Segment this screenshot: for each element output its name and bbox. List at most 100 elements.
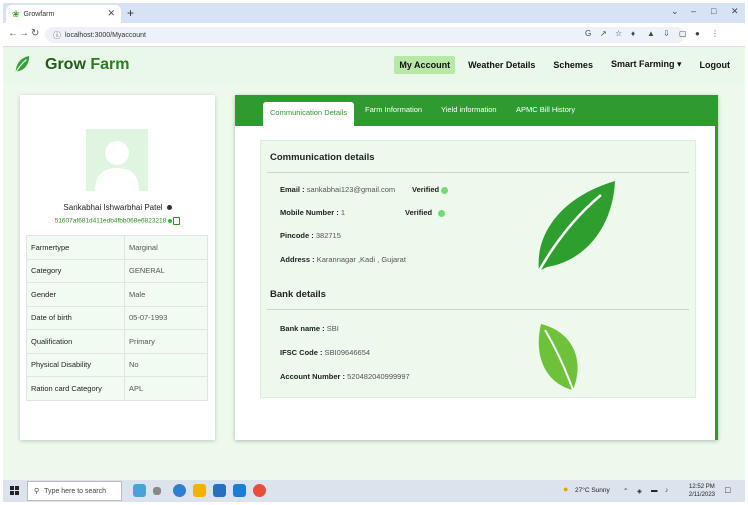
nav-schemes[interactable]: Schemes (548, 56, 598, 74)
weather-text[interactable]: 27°C Sunny (575, 487, 610, 494)
windows-start-icon[interactable] (10, 486, 19, 495)
table-row: Farmertype Marginal (26, 235, 208, 260)
brand-logo-text[interactable]: Grow Farm (45, 56, 129, 74)
bank-name-value: SBI (326, 324, 339, 333)
leaf-favicon-icon: ❀ (12, 8, 20, 19)
logo-leaf-icon (14, 56, 30, 75)
taskbar-search-input[interactable]: ⚲ Type here to search (27, 481, 122, 501)
verified-text: Verified (405, 208, 433, 217)
menu-kebab-icon[interactable]: ⋮ (711, 29, 719, 38)
reload-icon[interactable]: ↻ (31, 28, 39, 39)
nav-logout[interactable]: Logout (695, 56, 736, 74)
search-icon: ⚲ (34, 488, 40, 495)
divider (267, 172, 689, 173)
address-value: Karannagar ,Kadi , Gujarat (316, 255, 406, 264)
back-icon[interactable]: ← (8, 28, 18, 39)
store-icon[interactable] (213, 484, 226, 497)
task-view-icon[interactable] (153, 487, 161, 495)
close-window-icon[interactable]: ✕ (731, 6, 739, 17)
download-icon[interactable]: ⇩ (663, 29, 670, 38)
profile-id-text: 51607af681d411edb4fbb068e6823218 (54, 217, 167, 225)
email-verified-badge: Verified (412, 185, 449, 194)
bank-details-title: Bank details (270, 289, 326, 300)
bookmark-star-icon[interactable]: ☆ (615, 29, 622, 38)
row-value: 05-07-1993 (124, 305, 208, 330)
browser-tab-title: Growfarm (23, 10, 55, 18)
verified-dot-icon (441, 186, 449, 194)
row-value: APL (124, 376, 208, 401)
communication-title: Communication details (270, 152, 375, 163)
row-key: Ration card Category (26, 376, 125, 401)
browser-tab[interactable]: ❀ Growfarm ✕ (6, 5, 121, 23)
row-key: Date of birth (26, 305, 125, 330)
nav-weather-details[interactable]: Weather Details (463, 56, 540, 74)
notifications-icon[interactable]: □ (725, 485, 730, 495)
site-info-icon[interactable]: ⓘ (53, 30, 61, 41)
row-key: Farmertype (26, 235, 125, 260)
profile-name-text: Sankabhai Ishwarbhai Patel (63, 203, 163, 212)
email-value: sankabhai123@gmail.com (306, 185, 396, 194)
communication-panel: Communication details Email : sankabhai1… (260, 140, 696, 398)
tab-communication-details[interactable]: Communication Details (263, 102, 355, 126)
brand-word-farm: Farm (90, 56, 130, 73)
close-tab-icon[interactable]: ✕ (107, 8, 115, 19)
network-icon[interactable]: ◈ (637, 487, 642, 495)
table-row: Category GENERAL (26, 258, 208, 283)
tab-yield-information[interactable]: Yield information (441, 105, 497, 114)
copy-icon[interactable] (173, 217, 181, 225)
profile-shortcut-icon[interactable]: ▲ (647, 29, 655, 38)
battery-icon[interactable]: ▬ (651, 487, 658, 494)
minimize-icon[interactable]: – (691, 6, 696, 16)
nav-smart-farming-dropdown[interactable]: Smart Farming ▾ (606, 55, 687, 74)
nav-my-account[interactable]: My Account (394, 55, 456, 74)
account-icon[interactable]: ● (695, 29, 700, 38)
profile-name: Sankabhai Ishwarbhai Patel (20, 203, 215, 212)
widgets-icon[interactable] (133, 484, 146, 497)
tab-search-icon[interactable]: ⌄ (671, 6, 679, 17)
table-row: Gender Male (26, 282, 208, 307)
row-key: Qualification (26, 329, 125, 354)
row-key: Category (26, 258, 125, 283)
tray-chevron-icon[interactable]: ⌃ (623, 487, 628, 495)
bank-name-field: Bank name : SBI (280, 324, 339, 333)
clock-time: 12:52 PM (689, 484, 715, 490)
account-number-field: Account Number : 520482040999997 (280, 372, 410, 381)
extensions-icon[interactable]: ♦ (631, 29, 635, 38)
sidebar-icon[interactable]: ▢ (679, 29, 687, 38)
share-icon[interactable]: ↗ (600, 29, 607, 38)
clock-date: 2/11/2023 (688, 492, 715, 498)
verified-dot-icon (438, 209, 446, 217)
taskbar-clock[interactable]: 12:52 PM 2/11/2023 (689, 483, 715, 499)
app-navbar: Grow Farm My Account Weather Details Sch… (3, 47, 745, 83)
email-label: Email : (280, 185, 305, 194)
google-icon[interactable]: G (585, 29, 591, 38)
profile-id: 51607af681d411edb4fbb068e6823218 (20, 217, 215, 225)
vscode-icon[interactable] (233, 484, 246, 497)
tab-farm-information[interactable]: Farm Information (365, 105, 422, 114)
avatar (86, 129, 148, 191)
address-field: Address : Karannagar ,Kadi , Gujarat (280, 255, 406, 264)
address-label: Address : (280, 255, 315, 264)
file-explorer-icon[interactable] (193, 484, 206, 497)
address-bar-row: ← → ↻ ⓘ localhost:3000/Myaccount G ↗ ☆ ♦… (3, 23, 745, 47)
forward-icon[interactable]: → (19, 28, 29, 39)
mobile-value: 1 (340, 208, 346, 217)
email-field: Email : sankabhai123@gmail.com (280, 185, 395, 194)
pincode-label: Pincode : (280, 231, 314, 240)
tab-strip: Communication Details Farm Information Y… (235, 95, 718, 126)
ifsc-value: SBI09646654 (324, 348, 371, 357)
tab-apmc-bill-history[interactable]: APMC Bill History (516, 105, 575, 114)
volume-icon[interactable]: ♪ (665, 487, 668, 494)
url-text: localhost:3000/Myaccount (65, 31, 146, 39)
maximize-icon[interactable]: □ (711, 6, 716, 16)
table-row: Date of birth 05-07-1993 (26, 305, 208, 330)
edge-icon[interactable] (173, 484, 186, 497)
row-value: Marginal (124, 235, 208, 260)
sun-weather-icon: ● (563, 484, 569, 494)
chrome-icon[interactable] (253, 484, 266, 497)
table-row: Ration card Category APL (26, 376, 208, 401)
ifsc-label: IFSC Code : (280, 348, 323, 357)
table-row: Qualification Primary (26, 329, 208, 354)
new-tab-icon[interactable]: + (127, 6, 134, 20)
verified-text: Verified (412, 185, 440, 194)
